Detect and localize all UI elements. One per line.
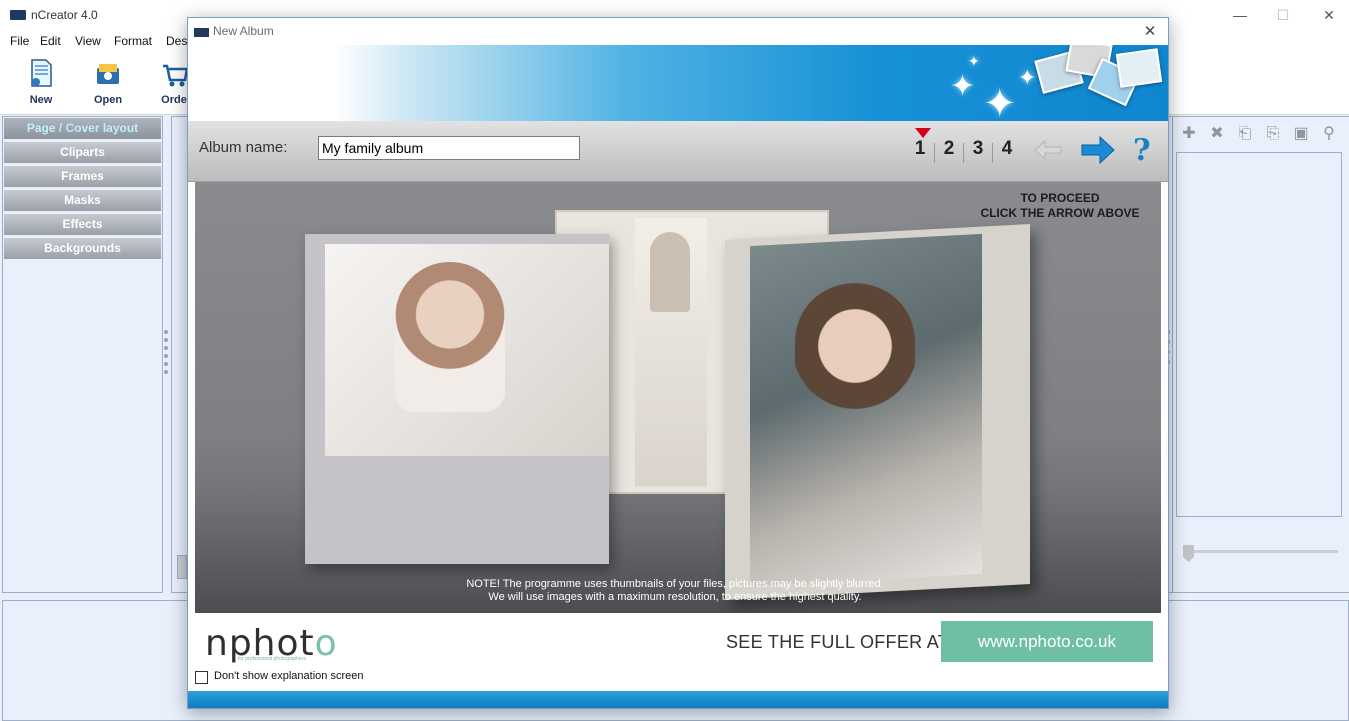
left-splitter-grip [164,338,168,342]
zoom-slider-track[interactable] [1186,550,1338,553]
shopping-cart-icon [163,64,187,87]
camera-icon[interactable]: ▣ [1292,125,1310,143]
menu-view[interactable]: View [75,34,101,48]
new-button[interactable]: New [13,56,69,110]
new-document-icon [31,59,52,87]
tab-effects[interactable]: Effects [4,214,161,237]
album-name-label: Album name: [199,139,288,156]
dialog-app-icon [194,28,209,37]
step-2[interactable]: 2 [938,138,960,160]
left-panel: Page / Cover layout Cliparts Frames Mask… [2,116,163,593]
sparkle-icon: ✦ [950,70,976,103]
website-link-button[interactable]: www.nphoto.co.uk [941,621,1153,662]
app-title: nCreator 4.0 [31,8,98,22]
workspace-scroll-handle[interactable] [177,555,187,579]
open-folder-icon [97,64,119,84]
current-step-marker [915,128,931,138]
step-divider [963,143,964,163]
thumbnail-note: NOTE! The programme uses thumbnails of y… [375,578,975,604]
export-icon[interactable]: ⎘ [1264,125,1282,143]
bride-portrait [395,262,505,412]
album-name-input[interactable] [318,136,580,160]
minimize-button[interactable]: — [1225,5,1255,25]
menu-file[interactable]: File [10,34,29,48]
banner-photo [1115,48,1163,88]
menu-edit[interactable]: Edit [40,34,61,48]
new-label: New [29,94,53,106]
left-splitter-grip [164,362,168,366]
step-divider [934,143,935,163]
tab-page-cover-layout[interactable]: Page / Cover layout [4,118,161,141]
dont-show-checkbox[interactable] [195,671,208,684]
dialog-footer-bar [188,691,1168,708]
app-icon [10,10,26,20]
left-splitter-grip [164,354,168,358]
dont-show-label[interactable]: Don't show explanation screen [214,670,363,682]
sparkle-icon: ✦ [983,82,1017,121]
tab-cliparts[interactable]: Cliparts [4,142,161,165]
logo-text-accent: o [314,623,338,664]
proceed-hint: TO PROCEED CLICK THE ARROW ABOVE [965,191,1155,221]
back-arrow-icon[interactable] [1033,139,1063,161]
dialog-banner: ✦ ✦ ✦ ✦ [188,45,1168,121]
album-photo-figure [650,232,690,312]
menu-format[interactable]: Format [114,34,152,48]
dialog-title: New Album [213,24,274,38]
step-1[interactable]: 1 [909,138,931,160]
logo-tagline: for professional photographers [238,656,306,662]
offer-text: SEE THE FULL OFFER AT [726,632,950,652]
right-list[interactable] [1176,152,1342,517]
thumbnail-note-line1: NOTE! The programme uses thumbnails of y… [466,578,884,590]
help-icon[interactable]: ? [1133,133,1151,168]
left-splitter-grip [164,346,168,350]
tab-frames[interactable]: Frames [4,166,161,189]
tab-backgrounds[interactable]: Backgrounds [4,238,161,261]
thumbnail-note-line2: We will use images with a maximum resolu… [488,591,862,603]
step-4[interactable]: 4 [996,138,1018,160]
maximize-button[interactable]: ☐ [1268,5,1298,25]
new-album-dialog: New Album ✕ ✦ ✦ ✦ ✦ Album name: 1 2 3 4 … [187,17,1169,709]
left-splitter-grip [164,370,168,374]
dialog-close-button[interactable]: ✕ [1139,21,1161,43]
woman-portrait [795,282,915,442]
dialog-titlebar [188,18,1168,45]
stamp-icon[interactable]: ⚲ [1320,125,1338,143]
left-splitter-grip[interactable] [164,330,168,334]
import-icon[interactable]: ⎗ [1236,125,1254,143]
next-arrow-icon[interactable] [1080,135,1116,165]
proceed-hint-line2: CLICK THE ARROW ABOVE [980,206,1140,220]
open-label: Open [93,94,123,106]
step-3[interactable]: 3 [967,138,989,160]
tab-masks[interactable]: Masks [4,190,161,213]
album-preview-image: TO PROCEED CLICK THE ARROW ABOVE NOTE! T… [195,182,1161,613]
proceed-hint-line1: TO PROCEED [1020,191,1100,205]
sparkle-icon: ✦ [968,53,980,69]
open-button[interactable]: Open [80,56,136,110]
sparkle-icon: ✦ [1018,65,1037,90]
add-icon[interactable]: ✚ [1180,125,1198,143]
delete-icon[interactable]: ✖ [1208,125,1226,143]
step-divider [992,143,993,163]
close-button[interactable]: ✕ [1314,5,1344,25]
